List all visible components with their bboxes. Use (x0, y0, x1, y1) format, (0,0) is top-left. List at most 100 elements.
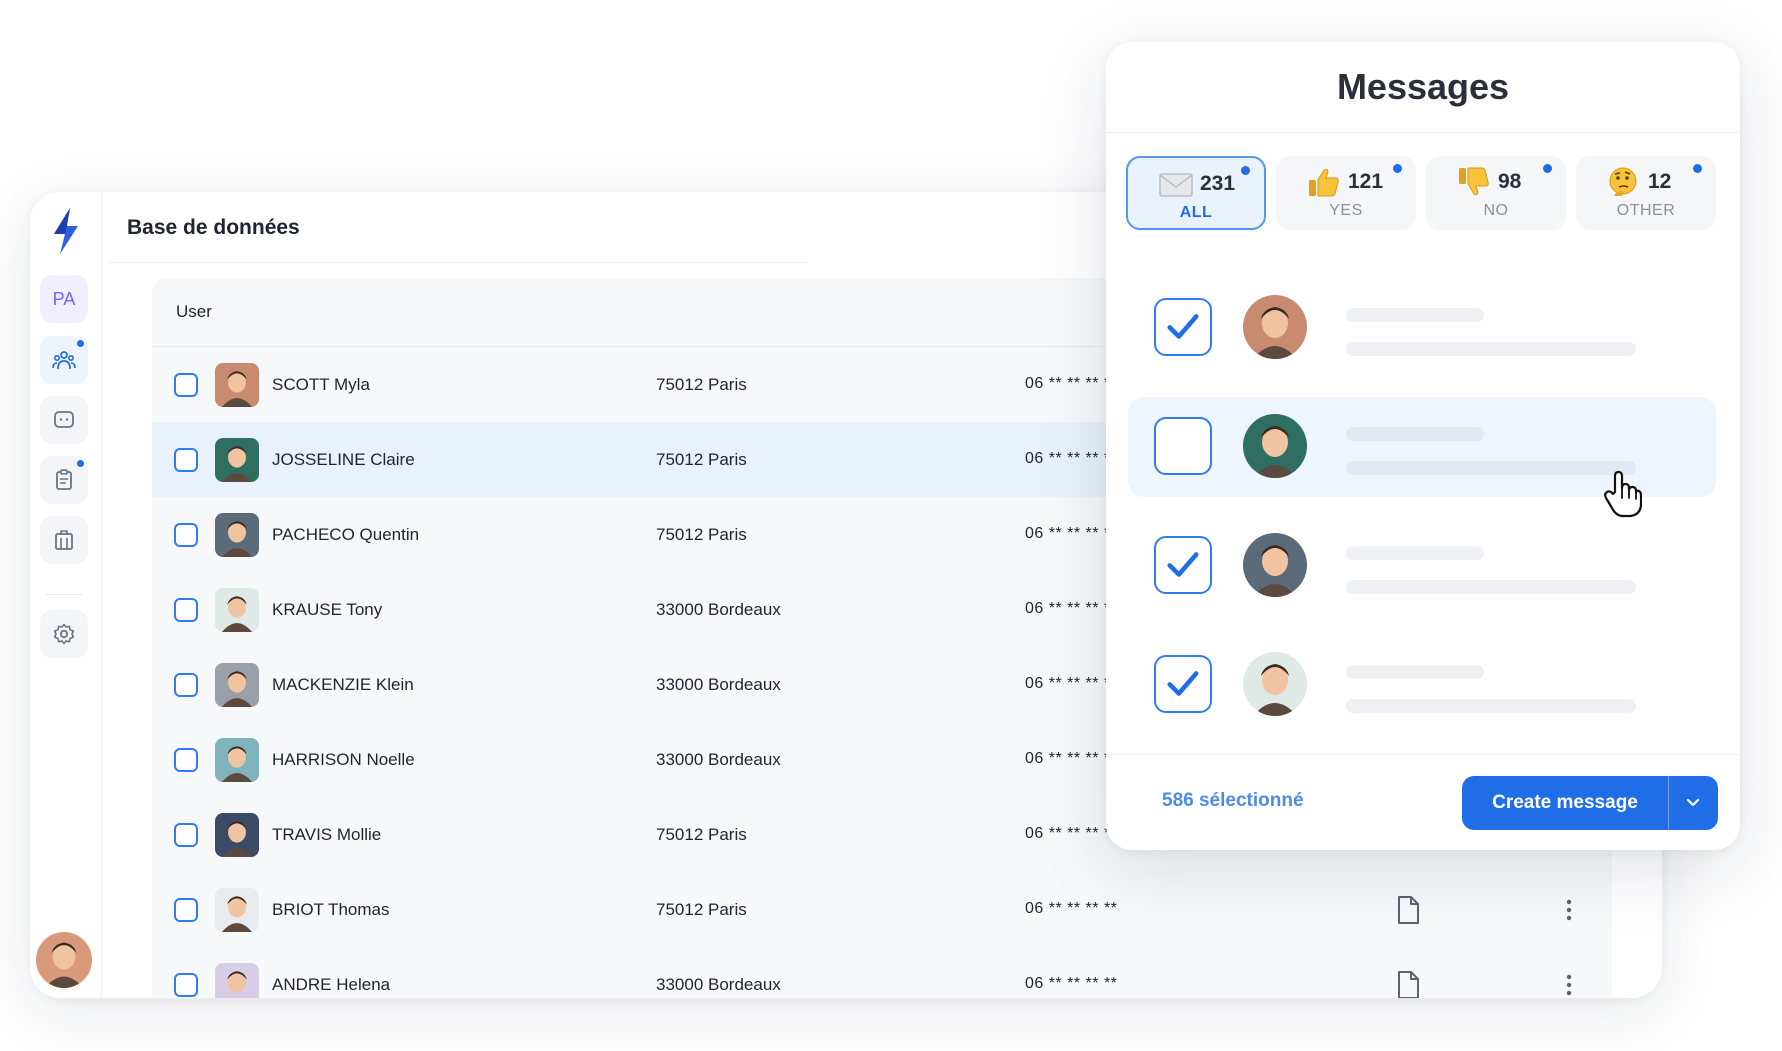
avatar (215, 588, 259, 632)
row-checkbox[interactable] (174, 673, 198, 697)
tab-no[interactable]: 98 NO (1426, 156, 1566, 230)
more-options-icon[interactable] (1565, 973, 1573, 997)
sidebar-item-companies[interactable] (40, 516, 88, 564)
tab-all[interactable]: 231 ALL (1126, 156, 1266, 230)
create-message-label: Create message (1492, 792, 1638, 813)
tab-label: OTHER (1616, 202, 1676, 219)
title-divider (108, 262, 808, 263)
notification-dot (77, 340, 84, 347)
user-city: 33000 Bordeaux (656, 750, 781, 769)
row-checkbox[interactable] (174, 598, 198, 622)
notification-dot (1693, 164, 1702, 173)
hand-cursor-icon (1604, 470, 1642, 518)
sidebar-item-tasks[interactable] (40, 456, 88, 504)
user-city: 33000 Bordeaux (656, 975, 781, 994)
workspace-badge[interactable]: PA (40, 275, 88, 323)
recipient-checkbox[interactable] (1154, 417, 1212, 475)
create-message-button[interactable]: Create message (1462, 776, 1718, 830)
user-phone: 06 ** ** ** ** (1025, 825, 1118, 842)
sidebar-item-users[interactable] (40, 336, 88, 384)
users-icon (52, 351, 76, 370)
notification-dot (1393, 164, 1402, 173)
skeleton-line (1346, 461, 1636, 475)
tab-label: NO (1483, 202, 1509, 219)
avatar (215, 738, 259, 782)
user-phone: 06 ** ** ** ** (1025, 675, 1118, 692)
user-phone: 06 ** ** ** ** (1025, 525, 1118, 542)
message-recipient-row[interactable] (1128, 516, 1716, 616)
recipient-checkbox-checked[interactable] (1154, 536, 1212, 594)
avatar (1243, 652, 1307, 716)
tab-other[interactable]: 12 OTHER (1576, 156, 1716, 230)
user-phone: 06 ** ** ** ** (1025, 450, 1118, 467)
sidebar-item-messages[interactable] (40, 396, 88, 444)
selected-count: 586 sélectionné (1162, 790, 1304, 811)
footer-divider (1106, 754, 1740, 755)
current-user-avatar[interactable] (36, 932, 92, 988)
user-name: TRAVIS Mollie (272, 825, 382, 844)
avatar (215, 663, 259, 707)
user-name: SCOTT Myla (272, 375, 370, 394)
message-recipient-row[interactable] (1128, 635, 1716, 735)
user-name: ANDRE Helena (272, 975, 391, 994)
skeleton-line (1346, 308, 1484, 322)
table-row[interactable]: ANDRE Helena 33000 Bordeaux 06 ** ** ** … (152, 947, 1612, 998)
check-icon (1156, 300, 1209, 353)
clipboard-icon (56, 469, 72, 490)
skeleton-line (1346, 342, 1636, 356)
chat-icon (54, 411, 74, 428)
user-city: 33000 Bordeaux (656, 600, 781, 619)
sidebar-item-settings[interactable] (40, 610, 88, 658)
user-name: BRIOT Thomas (272, 900, 390, 919)
avatar (215, 813, 259, 857)
skeleton-line (1346, 580, 1636, 594)
tab-count: 231 (1200, 172, 1236, 195)
thumbs-down-icon (1459, 167, 1489, 196)
user-phone: 06 ** ** ** ** (1025, 375, 1118, 392)
user-name: MACKENZIE Klein (272, 675, 414, 694)
user-city: 75012 Paris (656, 375, 747, 394)
recipient-checkbox-checked[interactable] (1154, 655, 1212, 713)
column-header-user[interactable]: User (176, 302, 212, 322)
avatar (215, 363, 259, 407)
thumbs-up-icon (1309, 168, 1339, 197)
sidebar: PA (30, 192, 102, 998)
document-icon[interactable] (1396, 896, 1420, 924)
avatar (1243, 533, 1307, 597)
avatar (1243, 414, 1307, 478)
user-name: KRAUSE Tony (272, 600, 383, 619)
skeleton-line (1346, 665, 1484, 679)
thinking-face-icon (1609, 167, 1637, 196)
avatar (215, 438, 259, 482)
user-city: 75012 Paris (656, 450, 747, 469)
row-checkbox[interactable] (174, 748, 198, 772)
document-icon[interactable] (1396, 971, 1420, 998)
user-city: 75012 Paris (656, 900, 747, 919)
tab-yes[interactable]: 121 YES (1276, 156, 1416, 230)
skeleton-line (1346, 699, 1636, 713)
chevron-down-icon[interactable] (1684, 795, 1702, 811)
user-phone: 06 ** ** ** ** (1025, 600, 1118, 617)
message-recipient-row[interactable] (1128, 278, 1716, 378)
row-checkbox[interactable] (174, 823, 198, 847)
button-divider (1668, 776, 1669, 830)
row-checkbox[interactable] (174, 523, 198, 547)
avatar (215, 888, 259, 932)
skeleton-line (1346, 546, 1484, 560)
row-checkbox[interactable] (174, 898, 198, 922)
recipient-checkbox-checked[interactable] (1154, 298, 1212, 356)
building-icon (55, 530, 73, 550)
user-city: 75012 Paris (656, 525, 747, 544)
row-checkbox[interactable] (174, 973, 198, 997)
workspace-initials: PA (52, 288, 76, 309)
user-name: PACHECO Quentin (272, 525, 420, 544)
row-checkbox[interactable] (174, 373, 198, 397)
more-options-icon[interactable] (1565, 898, 1573, 922)
user-name: JOSSELINE Claire (272, 450, 415, 469)
row-checkbox[interactable] (174, 448, 198, 472)
check-icon (1156, 538, 1209, 591)
tab-label: ALL (1179, 204, 1213, 221)
panel-title: Messages (1336, 66, 1510, 107)
bolt-logo-icon[interactable] (48, 206, 84, 256)
table-row[interactable]: BRIOT Thomas 75012 Paris 06 ** ** ** ** (152, 872, 1612, 947)
